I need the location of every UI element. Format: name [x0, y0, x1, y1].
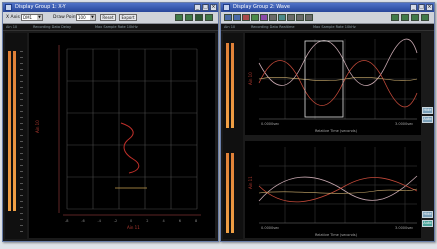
close-button[interactable]: × — [210, 4, 217, 11]
level-meters-top — [223, 33, 243, 239]
print-icon[interactable] — [296, 14, 304, 21]
wave-trace-5 — [258, 177, 418, 203]
draw-points-select[interactable]: 100 ▼ — [76, 14, 96, 21]
wave-content: Ain 10 0.0000sec 3.0000sec Relative Time… — [221, 31, 434, 241]
grid-icon[interactable] — [269, 14, 277, 21]
fit-icon[interactable] — [278, 14, 286, 21]
wave-grid-bottom — [259, 147, 417, 223]
xy-x-tick-label: -4 — [98, 219, 102, 223]
status-rate: Max Sample Rate 10kHz — [313, 25, 356, 29]
auto-button-top[interactable]: Auto — [422, 116, 433, 123]
hide-button-bottom[interactable]: Hide — [422, 211, 433, 218]
xy-x-tick-label: 8 — [195, 219, 197, 223]
grid-icon[interactable] — [401, 14, 409, 21]
bottom-y-label: Ain 11 — [248, 176, 253, 189]
status-rate: Max Sample Rate 10kHz — [95, 25, 138, 29]
window-app-icon — [5, 4, 12, 11]
top-x-start: 0.0000sec — [261, 122, 279, 126]
zoom-out-icon[interactable] — [233, 14, 241, 21]
top-y-label: Ain 10 — [248, 72, 253, 85]
xy-x-tick-label: 4 — [163, 219, 166, 223]
help-icon[interactable] — [421, 14, 429, 21]
bottom-x-label: Relative Time (seconds) — [315, 233, 358, 237]
xy-x-tick-label: -2 — [114, 219, 118, 223]
status-mode: Recording Data Realtime — [251, 25, 295, 29]
status-mode: Recording Data Delay — [33, 25, 72, 29]
xy-x-ticks: -8 -6 -4 -2 0 2 4 6 8 — [65, 219, 197, 223]
xy-axes — [58, 45, 201, 216]
settings-icon[interactable] — [195, 14, 203, 21]
level-meter — [8, 51, 11, 211]
level-meter — [226, 43, 229, 128]
xy-x-tick-label: 2 — [146, 219, 148, 223]
layout-icon[interactable] — [175, 14, 183, 21]
chevron-down-icon: ▼ — [37, 15, 42, 20]
window-app-icon — [223, 4, 230, 11]
x-axis-label: X Axis — [6, 15, 20, 20]
wave-plot-top[interactable]: Ain 10 0.0000sec 3.0000sec Relative Time… — [245, 33, 421, 135]
wave-status-bar: Ain 10 Recording Data Realtime Max Sampl… — [221, 24, 434, 31]
xy-plot-area[interactable]: Ain 10 Ain 11 -8 -6 -4 -2 0 2 4 6 8 — [29, 33, 215, 238]
xy-x-axis-label: Ain 11 — [127, 225, 140, 230]
auto-button-bottom[interactable]: Auto — [422, 220, 433, 227]
top-x-end: 3.0000sec — [395, 122, 413, 126]
wave-window-title: Display Group 2: Wave — [233, 4, 291, 10]
save-icon[interactable] — [287, 14, 295, 21]
xy-status-bar: Ain 10 Recording Data Delay Max Sample R… — [3, 24, 218, 31]
zoom-icon[interactable] — [224, 14, 232, 21]
maximize-button[interactable]: □ — [418, 4, 425, 11]
xy-y-axis-label: Ain 10 — [35, 120, 40, 133]
wave-plot-bottom[interactable]: Ain 11 0.0000sec 3.0000sec Relative Time… — [245, 141, 421, 238]
settings-icon[interactable] — [411, 14, 419, 21]
xy-content: Ain 10 Ain 11 -8 -6 -4 -2 0 2 4 6 8 — [3, 31, 218, 241]
level-meter — [231, 43, 234, 128]
wave-display-window: Display Group 2: Wave _ □ × Ain 10 Recor… — [220, 2, 435, 242]
layout-icon[interactable] — [391, 14, 399, 21]
wave-window-titlebar[interactable]: Display Group 2: Wave _ □ × — [221, 3, 434, 12]
bottom-x-end: 3.0000sec — [395, 226, 413, 230]
x-axis-select[interactable]: DM1 ▼ — [21, 14, 43, 21]
status-channel: Ain 10 — [224, 25, 236, 29]
cursor-icon[interactable] — [251, 14, 259, 21]
wave-trace-4 — [258, 175, 418, 202]
wave-trace-2 — [258, 60, 418, 108]
draw-points-select-value: 100 — [78, 15, 86, 20]
hide-button-top[interactable]: Hide — [422, 107, 433, 114]
level-meter — [13, 51, 16, 211]
marker-icon[interactable] — [260, 14, 268, 21]
chevron-down-icon: ▼ — [90, 15, 95, 20]
xy-x-tick-label: -8 — [65, 219, 69, 223]
bottom-x-start: 0.0000sec — [261, 226, 279, 230]
level-meters — [5, 33, 27, 239]
level-meter — [231, 153, 234, 233]
close-button[interactable]: × — [426, 4, 433, 11]
level-meter — [226, 153, 229, 233]
help-icon[interactable] — [205, 14, 213, 21]
xy-x-tick-label: -6 — [81, 219, 85, 223]
maximize-button[interactable]: □ — [202, 4, 209, 11]
wave-trace-1 — [258, 38, 418, 86]
xy-display-window: Display Group 1: X-Y _ □ × X Axis DM1 ▼ … — [2, 2, 219, 242]
pan-icon[interactable] — [242, 14, 250, 21]
top-x-label: Relative Time (seconds) — [315, 129, 358, 133]
xy-x-tick-label: 0 — [130, 219, 132, 223]
x-axis-select-value: DM1 — [23, 15, 33, 20]
xy-window-titlebar[interactable]: Display Group 1: X-Y _ □ × — [3, 3, 218, 12]
xy-x-tick-label: 6 — [179, 219, 181, 223]
copy-icon[interactable] — [305, 14, 313, 21]
xy-window-title: Display Group 1: X-Y — [15, 4, 66, 10]
minimize-button[interactable]: _ — [194, 4, 201, 11]
status-channel: Ain 10 — [6, 25, 18, 29]
meter-scale — [20, 51, 23, 233]
grid-icon[interactable] — [185, 14, 193, 21]
xy-toolbar: X Axis DM1 ▼ Draw Points 100 ▼ Reset Exp… — [3, 12, 218, 24]
reset-button[interactable]: Reset — [100, 14, 116, 21]
xy-curve — [120, 122, 140, 174]
wave-toolbar — [221, 12, 434, 24]
minimize-button[interactable]: _ — [410, 4, 417, 11]
export-button[interactable]: Export — [119, 14, 137, 21]
